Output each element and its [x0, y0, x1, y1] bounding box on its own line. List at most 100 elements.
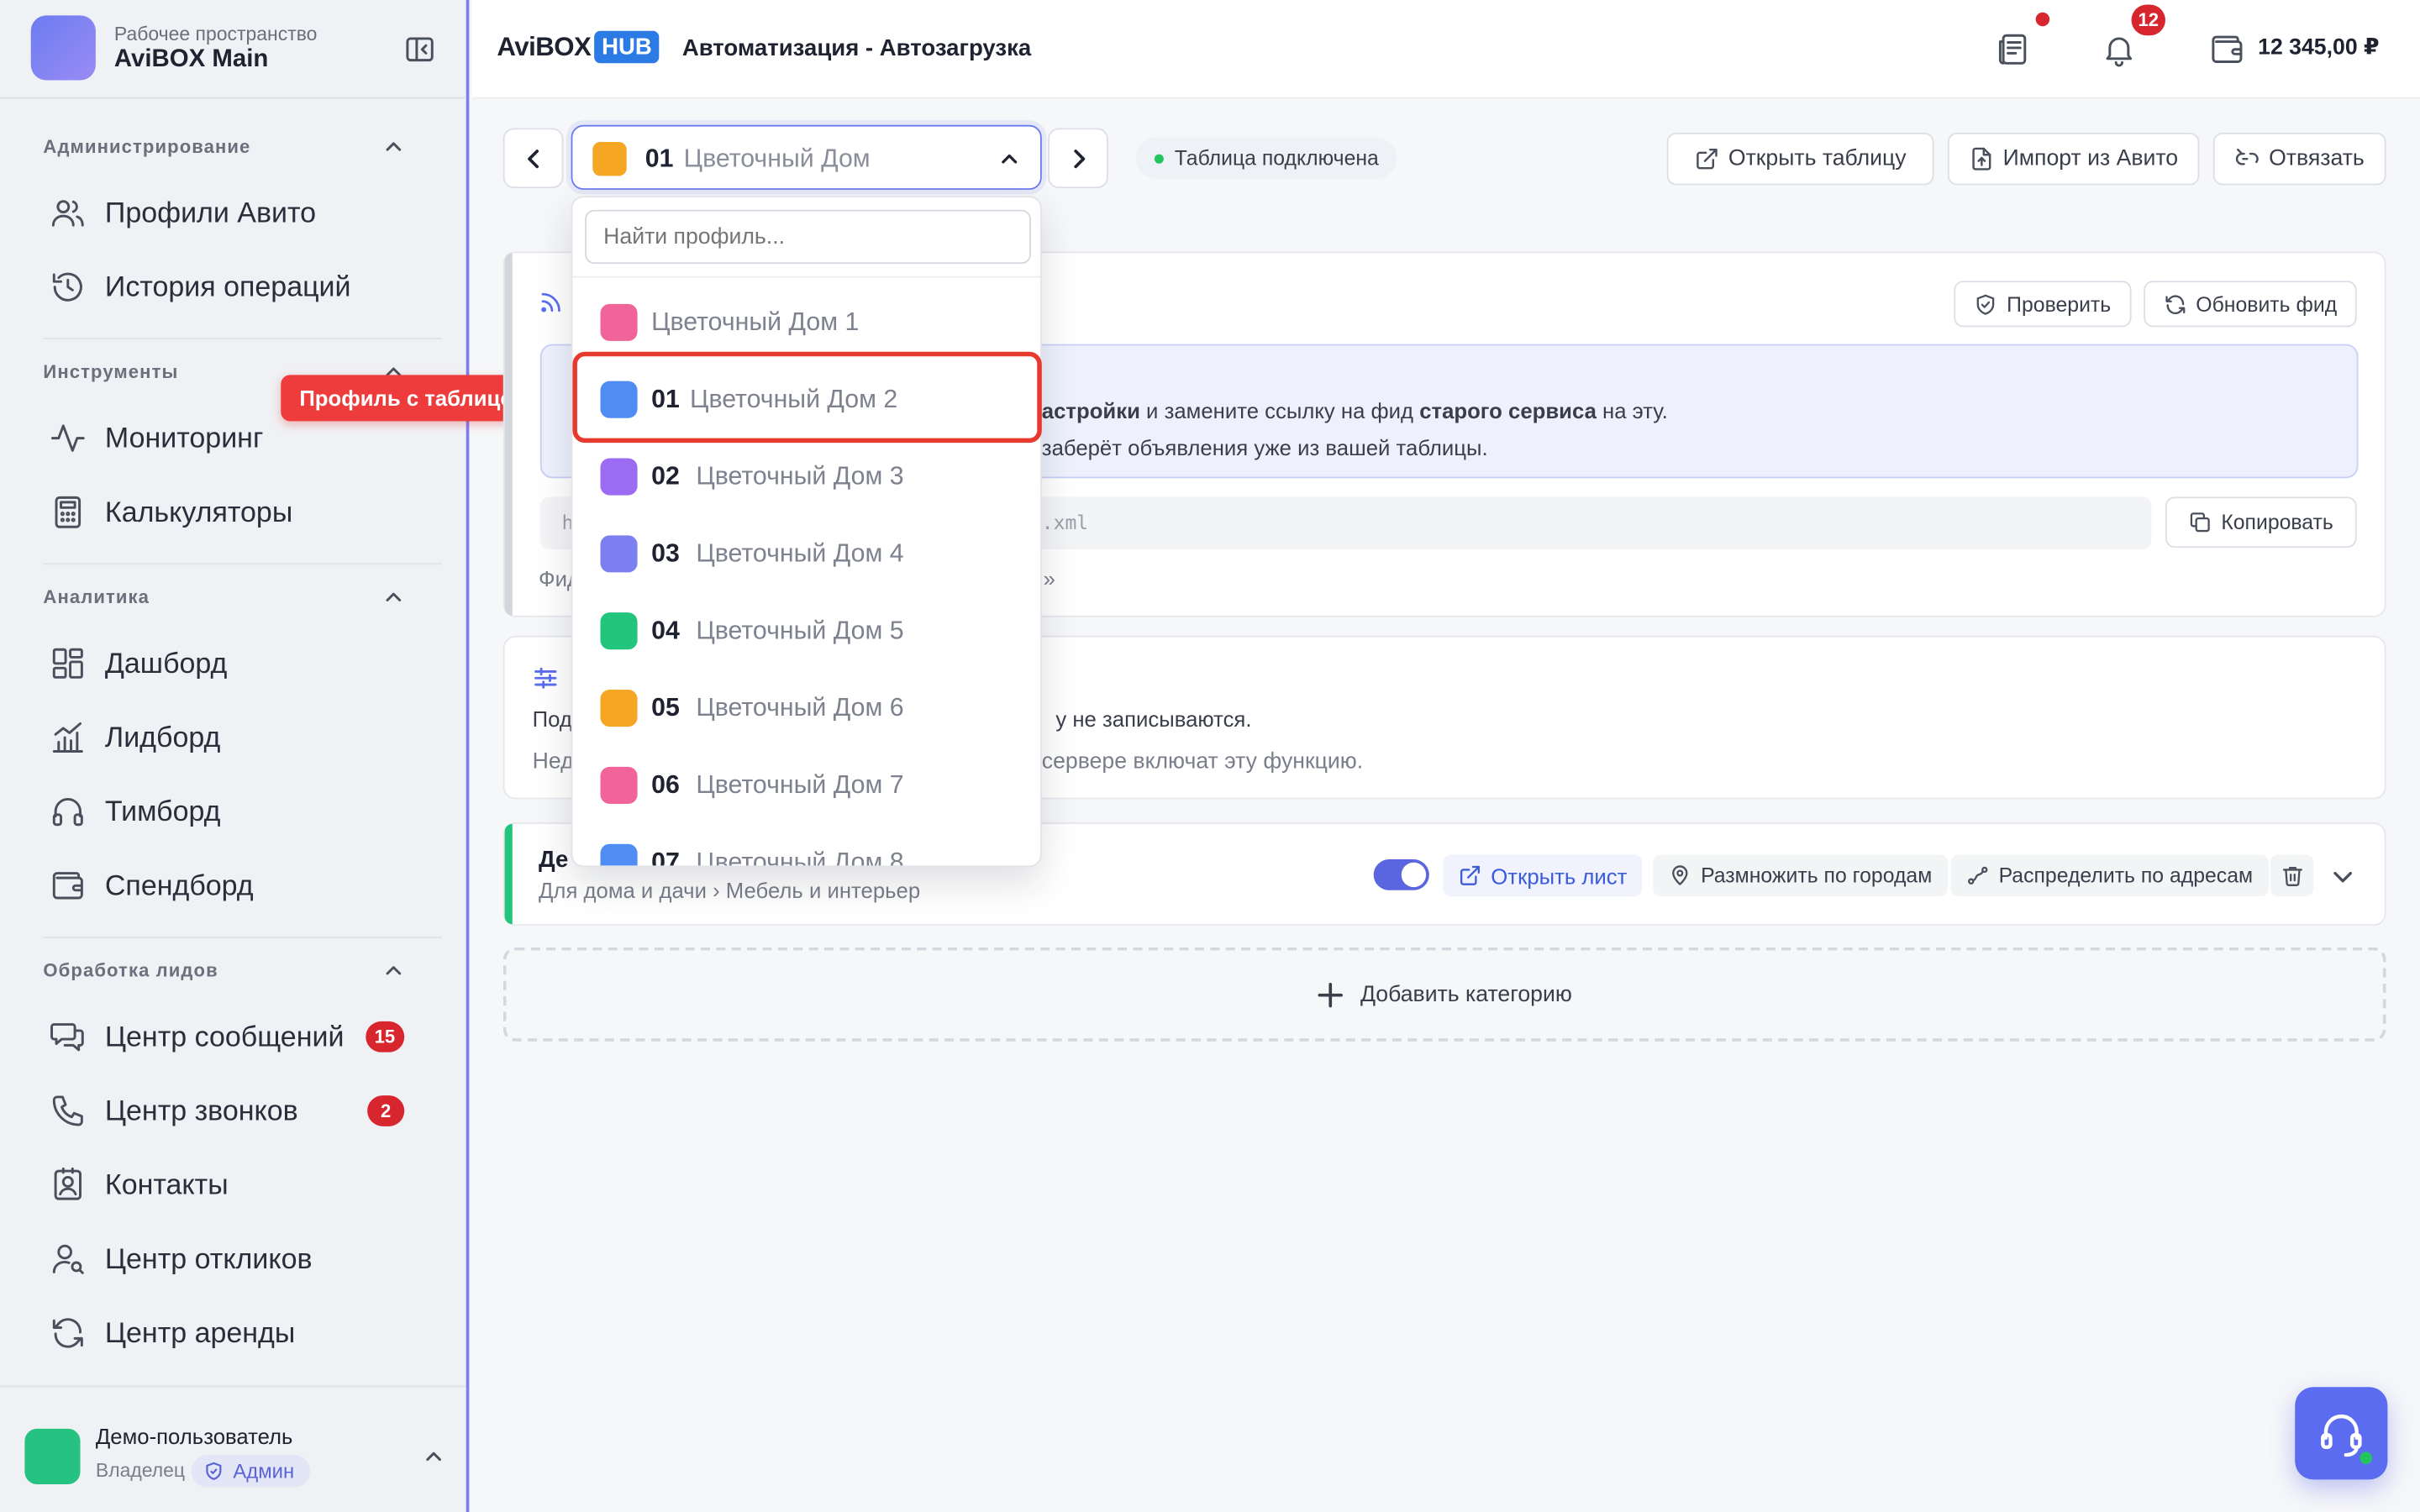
route-icon	[1968, 866, 1988, 885]
sidebar-item-teamboard[interactable]: Тимборд	[43, 780, 429, 842]
profile-color-swatch	[600, 535, 638, 573]
dropdown-item-name: Цветочный Дом 6	[696, 694, 904, 722]
dropdown-item-number: 03	[651, 539, 680, 568]
import-avito-label: Импорт из Авито	[2002, 146, 2179, 171]
prev-profile-button[interactable]	[502, 128, 564, 189]
category-toggle[interactable]	[1373, 859, 1429, 890]
dropdown-item[interactable]: 03 Цветочный Дом 4	[572, 515, 1040, 592]
info-bold-settings: астройки	[1041, 397, 1140, 423]
feed-footer-end[interactable]: »	[1044, 566, 1055, 591]
history-icon	[52, 272, 82, 302]
chevron-up-icon	[998, 148, 1020, 170]
external-link-icon	[1696, 148, 1718, 170]
open-table-label: Открыть таблицу	[1728, 146, 1907, 171]
category-accent	[504, 823, 513, 925]
dropdown-item-name: Цветочный Дом 8	[696, 848, 904, 868]
dashboard-icon	[52, 648, 83, 679]
sidebar-item-label: Центр звонков	[104, 1094, 298, 1126]
balance[interactable]: 12 345,00 ₽	[2258, 35, 2379, 60]
unlink-button[interactable]: Отвязать	[2212, 132, 2386, 186]
open-sheet-button[interactable]: Открыть лист	[1443, 854, 1643, 897]
sidebar-item-contacts[interactable]: Контакты	[43, 1154, 429, 1215]
avatar[interactable]	[24, 1428, 81, 1484]
section-title-admin: Администрирование	[43, 135, 251, 158]
sidebar-item-avito-profiles[interactable]: Профили Авито	[43, 182, 429, 244]
news-icon[interactable]	[1994, 31, 2031, 68]
headphones-icon	[52, 798, 83, 827]
dropdown-item[interactable]: 05 Цветочный Дом 6	[572, 669, 1040, 747]
external-link-icon	[1460, 865, 1480, 885]
contacts-icon	[54, 1167, 82, 1200]
import-avito-button[interactable]: Импорт из Авито	[1947, 132, 2200, 186]
card-accent	[504, 253, 513, 616]
dropdown-item[interactable]: 06 Цветочный Дом 7	[572, 747, 1040, 824]
brand-hub-badge: HUB	[593, 30, 660, 64]
dropdown-item-number: 02	[651, 463, 680, 491]
distribute-addresses-button[interactable]: Распределить по адресам	[1950, 854, 2269, 897]
dropdown-item-number: 06	[651, 771, 680, 800]
dropdown-item[interactable]: 02 Цветочный Дом 3	[572, 438, 1040, 516]
chevron-up-icon[interactable]	[383, 959, 405, 981]
toggle-knob	[1401, 862, 1427, 888]
sidebar-item-label: Тимборд	[104, 794, 221, 827]
section-title-leads: Обработка лидов	[43, 959, 218, 982]
sidebar-item-label: Спендборд	[104, 869, 254, 901]
profile-color-swatch	[600, 612, 638, 650]
dropdown-item[interactable]: Цветочный Дом 1	[572, 284, 1040, 361]
profile-select[interactable]: 01 Цветочный Дом	[571, 124, 1042, 190]
support-chat-button[interactable]	[2295, 1387, 2388, 1480]
dropdown-item[interactable]: 04 Цветочный Дом 5	[572, 592, 1040, 669]
bell-icon[interactable]	[2101, 31, 2138, 68]
dropdown-item[interactable]: 07 Цветочный Дом 8	[572, 824, 1040, 868]
info-bold-old-service: старого сервиса	[1419, 397, 1597, 423]
sidebar-item-responses[interactable]: Центр откликов	[43, 1228, 429, 1289]
info-text-end: на эту.	[1596, 397, 1668, 423]
workspace-name[interactable]: AviBOX Main	[114, 46, 268, 74]
open-table-button[interactable]: Открыть таблицу	[1666, 132, 1934, 186]
plus-icon	[1318, 982, 1344, 1007]
sidebar-item-label: История операций	[104, 270, 351, 303]
chevron-up-icon[interactable]	[423, 1446, 445, 1467]
refresh-feed-button[interactable]: Обновить фид	[2144, 281, 2357, 328]
phone-icon	[52, 1095, 83, 1126]
add-category-button[interactable]: Добавить категорию	[502, 947, 2386, 1042]
dropdown-item-number: 05	[651, 694, 680, 722]
sidebar-collapse-icon[interactable]	[404, 34, 435, 65]
delete-category-button[interactable]	[2270, 854, 2314, 897]
sidebar: Рабочее пространство AviBOX Main Админис…	[0, 0, 470, 1512]
distribute-addresses-label: Распределить по адресам	[1998, 864, 2254, 888]
profile-select-number: 01	[644, 144, 674, 173]
settings-line2-end: сервере включат эту функцию.	[1041, 749, 1364, 775]
unlink-label: Отвязать	[2269, 146, 2365, 171]
sidebar-item-messages[interactable]: Центр сообщений 15	[43, 1006, 429, 1068]
multiply-cities-label: Размножить по городам	[1701, 864, 1933, 888]
divider	[0, 97, 466, 99]
chevron-up-icon[interactable]	[383, 136, 405, 158]
sidebar-item-leadboard[interactable]: Лидборд	[43, 706, 429, 768]
refresh-icon	[52, 1318, 83, 1348]
sidebar-item-label: Центр откликов	[104, 1242, 313, 1275]
online-status-dot	[2356, 1448, 2375, 1467]
sidebar-item-rent[interactable]: Центр аренды	[43, 1302, 429, 1363]
workspace-logo[interactable]	[30, 15, 96, 81]
multiply-cities-button[interactable]: Размножить по городам	[1653, 854, 1948, 897]
sidebar-item-label: Лидборд	[104, 720, 221, 753]
copy-button[interactable]: Копировать	[2165, 496, 2357, 549]
sidebar-item-history[interactable]: История операций	[43, 256, 429, 318]
sidebar-item-calculators[interactable]: Калькуляторы	[43, 481, 429, 543]
chevron-down-icon[interactable]	[2330, 864, 2354, 889]
refresh-icon	[2165, 294, 2185, 314]
brand-logo[interactable]: AviBOX HUB	[497, 30, 660, 64]
sidebar-item-dashboard[interactable]: Дашборд	[43, 633, 429, 694]
check-feed-button[interactable]: Проверить	[1954, 281, 2132, 328]
sidebar-item-spendboard[interactable]: Спендборд	[43, 855, 429, 916]
copy-label: Копировать	[2221, 510, 2333, 534]
sliders-icon	[533, 665, 559, 691]
next-profile-button[interactable]	[1048, 128, 1108, 189]
sidebar-item-calls[interactable]: Центр звонков 2	[43, 1080, 429, 1142]
chart-icon	[52, 722, 83, 753]
profile-search-input[interactable]	[585, 209, 1031, 265]
chevron-up-icon[interactable]	[383, 586, 405, 608]
news-indicator-dot	[2035, 12, 2050, 27]
wallet-icon[interactable]	[2208, 31, 2245, 68]
